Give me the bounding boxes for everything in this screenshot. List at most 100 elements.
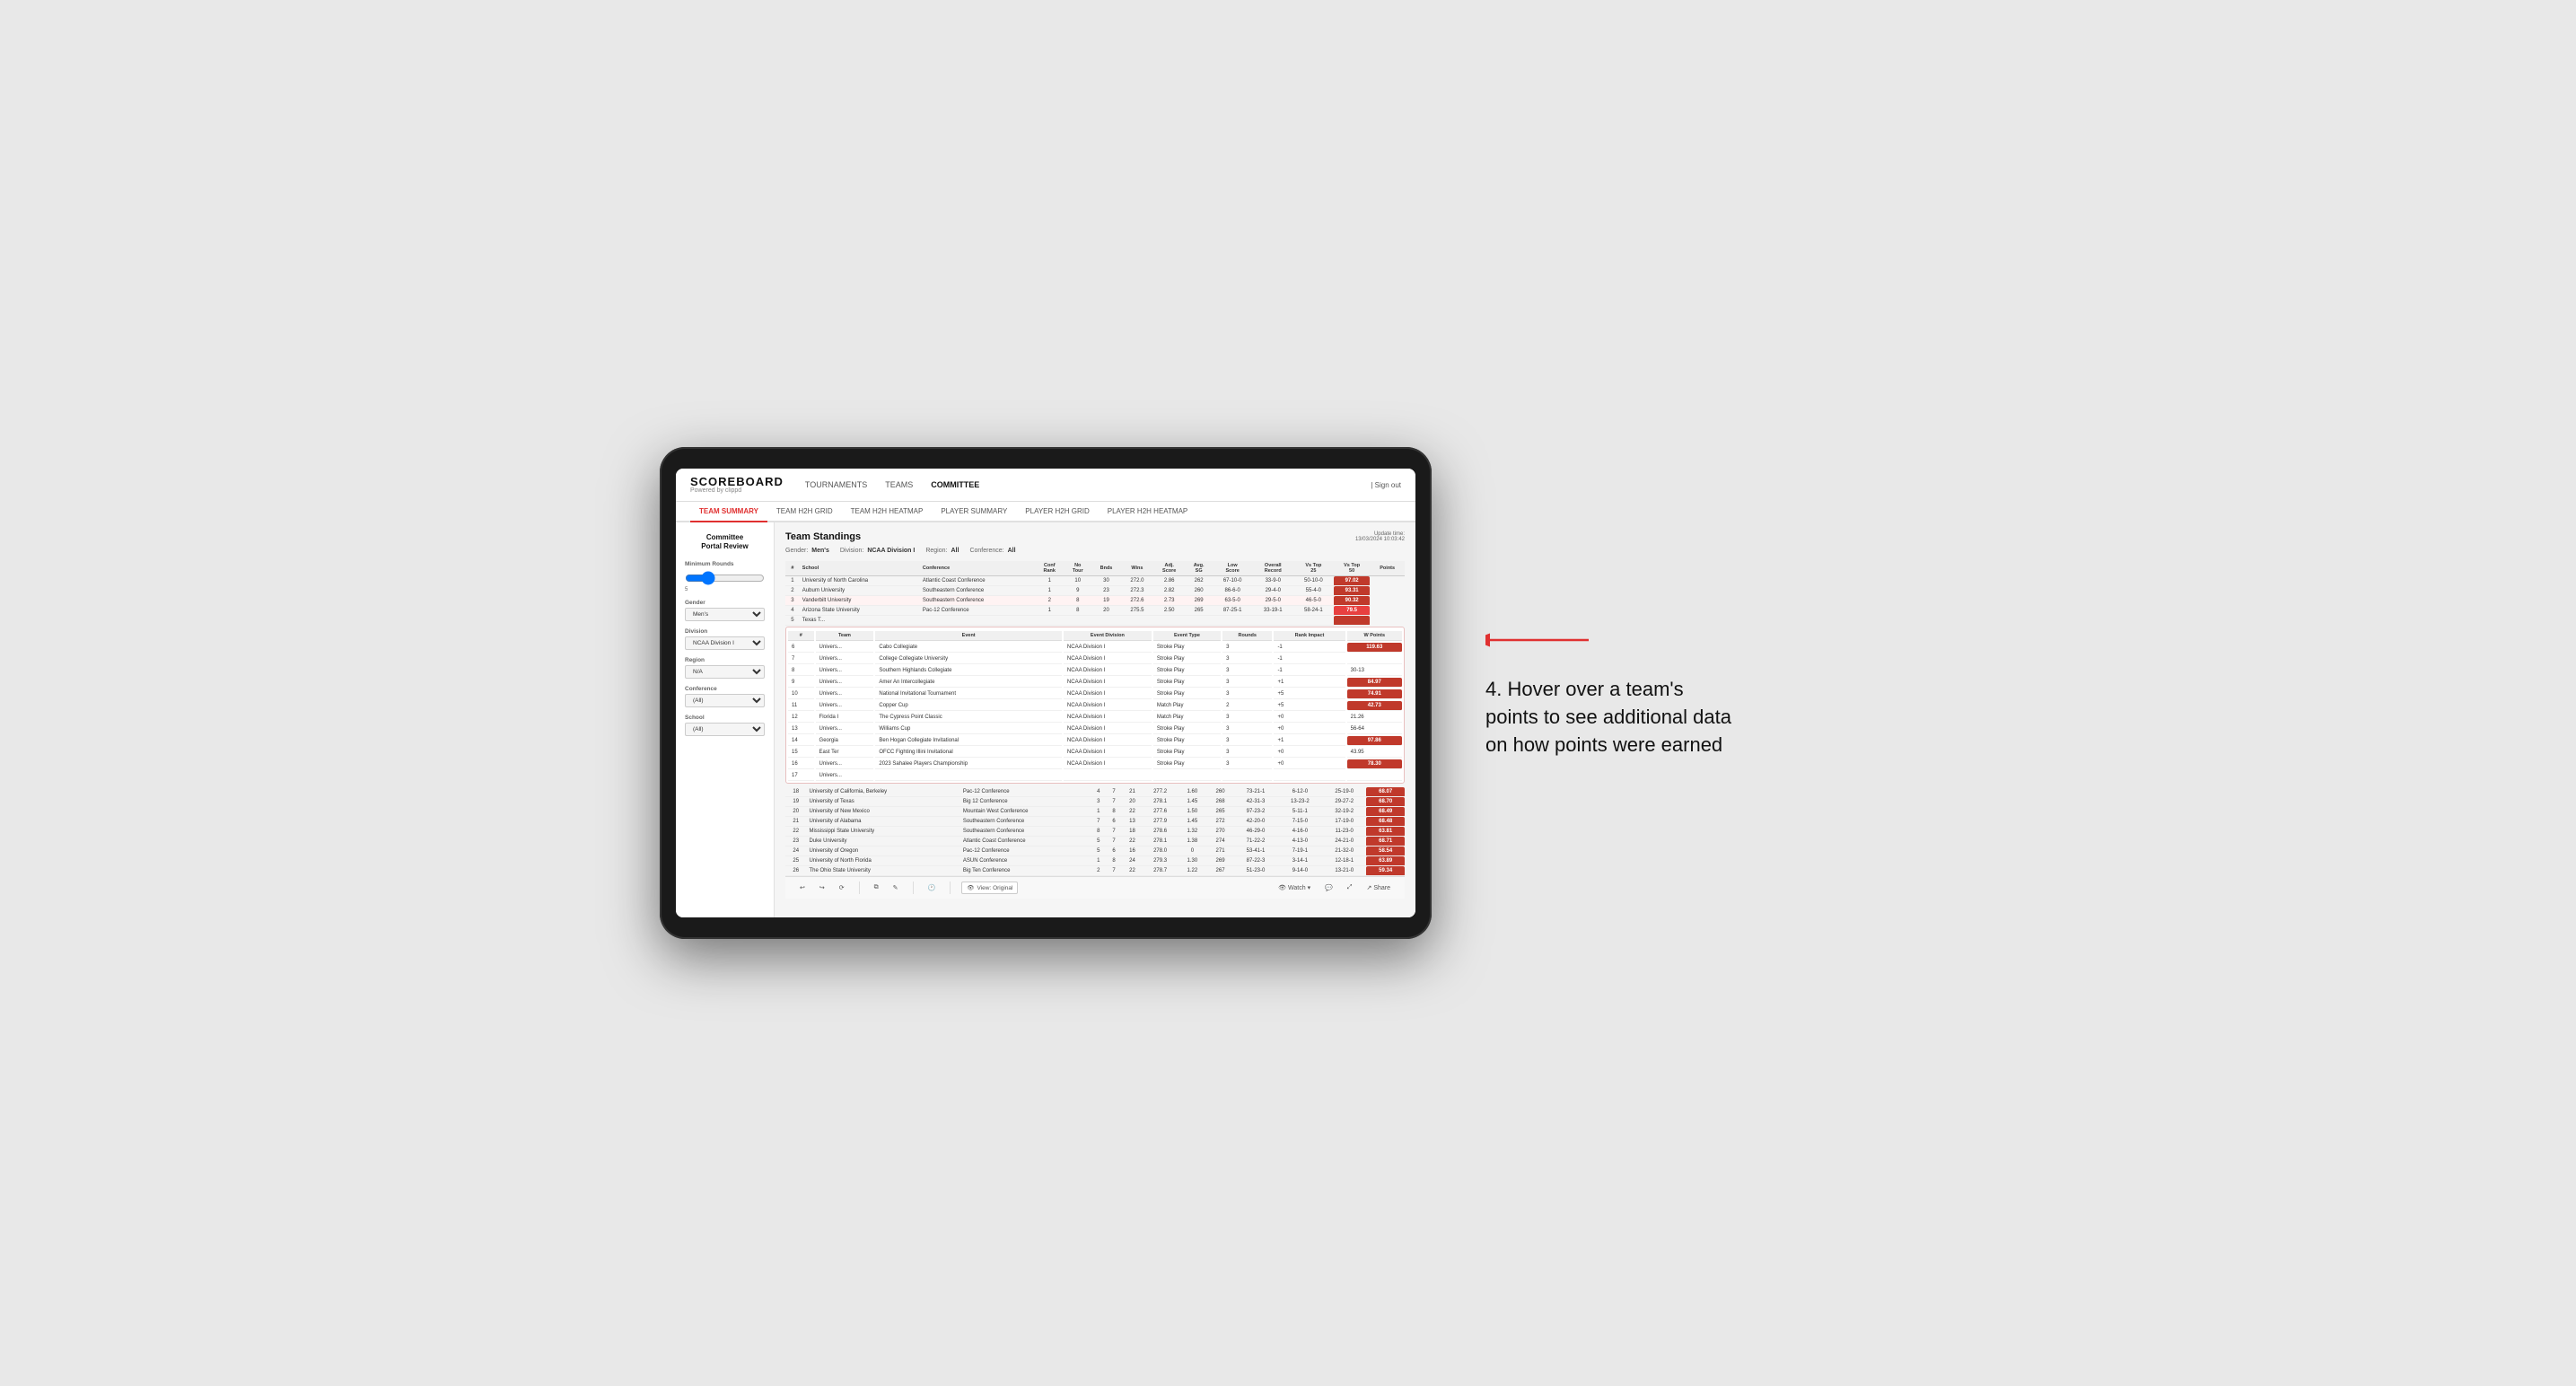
filter-gender-value: Men's xyxy=(811,548,829,554)
row-points-active[interactable]: 90.32 xyxy=(1334,596,1370,606)
row-school: University of North Carolina xyxy=(800,576,920,586)
red-arrow-icon xyxy=(1485,627,1593,654)
hover-table-row: 9 Univers... Amer An Intercollegiate NCA… xyxy=(788,678,1402,688)
copy-btn[interactable]: ⧉ xyxy=(871,882,882,893)
nav-teams[interactable]: TEAMS xyxy=(885,477,913,493)
sidebar-school-select[interactable]: (All) xyxy=(685,723,765,736)
filter-division: Division: NCAA Division I xyxy=(840,548,915,554)
annotation-area: 4. Hover over a team's points to see add… xyxy=(1485,627,1737,759)
table-row: 23 Duke University Atlantic Coast Confer… xyxy=(785,837,1405,847)
redo-btn[interactable]: ↪ xyxy=(816,882,828,893)
expand-btn[interactable]: ⤢ xyxy=(1344,882,1356,893)
event-detail-table: # Team Event Event Division Event Type R… xyxy=(786,629,1404,783)
copy-icon: ⧉ xyxy=(874,884,879,891)
undo-btn[interactable]: ↩ xyxy=(796,882,809,893)
bottom-toolbar: ↩ ↪ ⟳ ⧉ ✎ xyxy=(785,876,1405,899)
hover-tooltip-table: # Team Event Event Division Event Type R… xyxy=(785,627,1405,784)
watch-btn[interactable]: 👁 Watch ▾ xyxy=(1275,882,1314,893)
logo-area: SCOREBOARD Powered by clippd xyxy=(690,476,784,494)
hover-table-row: 10 Univers... National Invitational Tour… xyxy=(788,689,1402,699)
col-overall: OverallRecord xyxy=(1253,561,1293,576)
row-points[interactable]: 97.02 xyxy=(1334,576,1370,586)
logo-sub: Powered by clippd xyxy=(690,487,784,494)
separator xyxy=(950,882,951,894)
edit-btn[interactable]: ✎ xyxy=(889,882,902,893)
hover-table-row: 6 Univers... Cabo Collegiate NCAA Divisi… xyxy=(788,643,1402,653)
georgia-team-cell: Georgia xyxy=(816,736,874,746)
tab-team-summary[interactable]: TEAM SUMMARY xyxy=(690,502,767,522)
filter-region-value: All xyxy=(951,548,959,554)
clock-icon: 🕐 xyxy=(928,884,936,891)
nav-committee[interactable]: COMMITTEE xyxy=(931,477,979,493)
share-btn[interactable]: ↗ Share xyxy=(1362,882,1394,893)
filter-conference-value: All xyxy=(1008,548,1016,554)
separator xyxy=(913,882,914,894)
comment-btn[interactable]: 💬 xyxy=(1321,882,1336,893)
arrow-wrapper xyxy=(1485,627,1593,658)
table-row: 4 Arizona State University Pac-12 Confer… xyxy=(785,606,1405,616)
sidebar-division-select[interactable]: NCAA Division I xyxy=(685,636,765,650)
clock-btn[interactable]: 🕐 xyxy=(924,882,940,893)
annotation-container xyxy=(1485,627,1593,658)
view-label[interactable]: 👁 View: Original xyxy=(961,882,1018,894)
sidebar-title: CommitteePortal Review xyxy=(685,533,765,552)
table-row: 5 Texas T... xyxy=(785,616,1405,626)
col-vs25: Vs Top25 xyxy=(1293,561,1334,576)
tab-player-h2h-grid[interactable]: PLAYER H2H GRID xyxy=(1016,502,1098,522)
outer-wrapper: SCOREBOARD Powered by clippd TOURNAMENTS… xyxy=(660,447,1916,939)
filter-row: Gender: Men's Division: NCAA Division I … xyxy=(785,548,1405,554)
standings-header: Team Standings Update time:Update time: … xyxy=(785,531,1405,542)
hover-table-row: 13 Univers... Williams Cup NCAA Division… xyxy=(788,724,1402,734)
sidebar-conference: Conference (All) xyxy=(685,686,765,707)
sidebar-min-rounds: Minimum Rounds 5 xyxy=(685,561,765,592)
table-row: 26 The Ohio State University Big Ten Con… xyxy=(785,866,1405,876)
sidebar-conference-select[interactable]: (All) xyxy=(685,694,765,707)
col-wins: Wins xyxy=(1121,561,1153,576)
redo-icon: ↪ xyxy=(819,884,825,891)
table-row: 21 University of Alabama Southeastern Co… xyxy=(785,817,1405,827)
tablet-screen: SCOREBOARD Powered by clippd TOURNAMENTS… xyxy=(676,469,1415,917)
sidebar-region-label: Region xyxy=(685,657,765,663)
row-points[interactable]: 93.31 xyxy=(1334,586,1370,596)
sidebar-region-select[interactable]: N/A xyxy=(685,665,765,679)
min-rounds-slider[interactable] xyxy=(685,571,765,585)
sign-out-btn[interactable]: | Sign out xyxy=(1371,481,1401,489)
main-nav: TOURNAMENTS TEAMS COMMITTEE xyxy=(805,477,1349,493)
filter-division-value: NCAA Division I xyxy=(867,548,915,554)
col-avg-sg: Avg.SG xyxy=(1186,561,1213,576)
sidebar-gender-select[interactable]: Men's Women's xyxy=(685,608,765,621)
table-header-row: # School Conference ConfRank NoTour Bnds… xyxy=(785,561,1405,576)
table-row: 24 University of Oregon Pac-12 Conferenc… xyxy=(785,847,1405,856)
filter-gender: Gender: Men's xyxy=(785,548,829,554)
col-bnds: Bnds xyxy=(1091,561,1121,576)
tab-player-h2h-heatmap[interactable]: PLAYER H2H HEATMAP xyxy=(1099,502,1197,522)
annotation-text: 4. Hover over a team's points to see add… xyxy=(1485,676,1737,759)
hover-table-row: 16 Univers... 2023 Sahalee Players Champ… xyxy=(788,759,1402,769)
row-points[interactable]: 79.5 xyxy=(1334,606,1370,616)
refresh-btn[interactable]: ⟳ xyxy=(836,882,848,893)
col-points: Points xyxy=(1370,561,1405,576)
table-row-active: 3 Vanderbilt University Southeastern Con… xyxy=(785,596,1405,606)
tab-player-summary[interactable]: PLAYER SUMMARY xyxy=(932,502,1016,522)
filter-region: Region: All xyxy=(925,548,959,554)
sidebar-school: School (All) xyxy=(685,715,765,736)
nav-tournaments[interactable]: TOURNAMENTS xyxy=(805,477,867,493)
logo-text: SCOREBOARD xyxy=(690,476,784,487)
table-row: 25 University of North Florida ASUN Conf… xyxy=(785,856,1405,866)
tab-team-h2h-heatmap[interactable]: TEAM H2H HEATMAP xyxy=(842,502,933,522)
row-rank: 1 xyxy=(785,576,800,586)
sidebar-region: Region N/A xyxy=(685,657,765,679)
sub-nav: TEAM SUMMARY TEAM H2H GRID TEAM H2H HEAT… xyxy=(676,502,1415,522)
expand-icon: ⤢ xyxy=(1347,884,1353,891)
content-area: Team Standings Update time:Update time: … xyxy=(775,522,1415,917)
row-points[interactable] xyxy=(1334,616,1370,626)
standings-title: Team Standings xyxy=(785,531,861,542)
table-row: 22 Mississippi State University Southeas… xyxy=(785,827,1405,837)
tablet-device: SCOREBOARD Powered by clippd TOURNAMENTS… xyxy=(660,447,1432,939)
filter-conference: Conference: All xyxy=(969,548,1015,554)
table-row: 18 University of California, Berkeley Pa… xyxy=(785,787,1405,797)
sidebar: CommitteePortal Review Minimum Rounds 5 … xyxy=(676,522,775,917)
standings-table: # School Conference ConfRank NoTour Bnds… xyxy=(785,561,1405,626)
tab-team-h2h-grid[interactable]: TEAM H2H GRID xyxy=(767,502,842,522)
hover-table-row: 14 Georgia Ben Hogan Collegiate Invitati… xyxy=(788,736,1402,746)
